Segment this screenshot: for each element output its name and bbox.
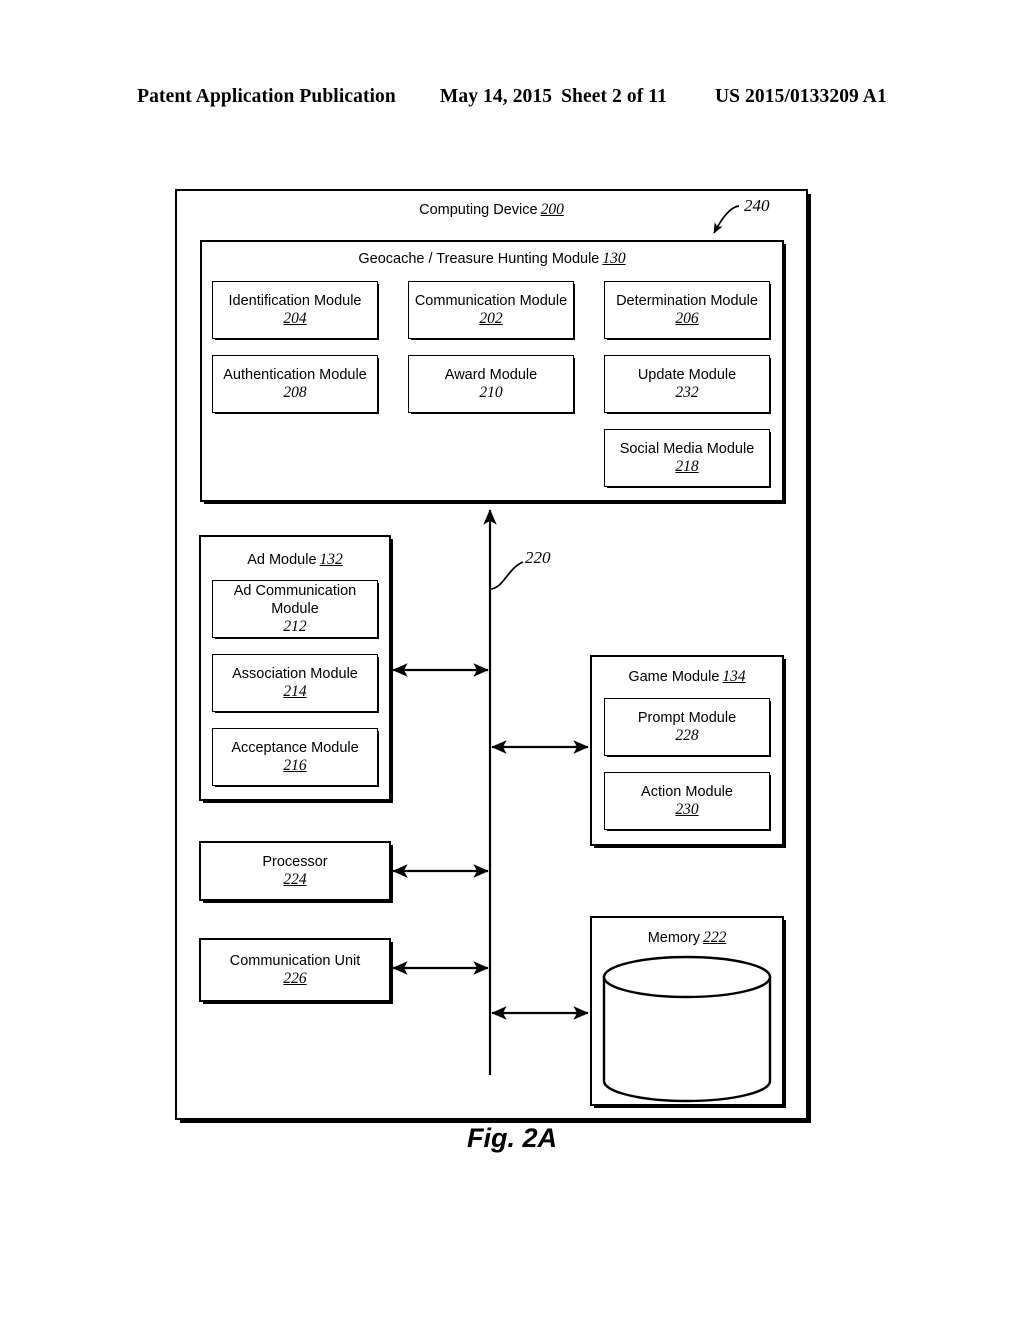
authentication-module-box: Authentication Module 208 [212,355,378,413]
identification-module-num: 204 [283,310,307,327]
identification-module-box: Identification Module 204 [212,281,378,339]
determination-module-label: Determination Module [616,293,758,309]
ad-communication-module-label: Ad Communication Module [233,583,357,617]
acceptance-module-label: Acceptance Module [231,740,359,756]
communication-unit-num: 226 [283,970,307,987]
acceptance-module-num: 216 [283,757,307,774]
memory-store-num: 122 [675,963,699,980]
geocache-module-num: 130 [602,250,626,267]
association-module-box: Association Module 214 [212,654,378,712]
patent-figure-2a: Computing Device 200 240 Geocache / Treas… [0,0,1024,1320]
memory-label: Memory [647,930,701,946]
acceptance-module-box: Acceptance Module 216 [212,728,378,786]
prompt-module-num: 228 [675,727,699,744]
game-module-title: Game Module 134 [590,668,784,686]
computing-device-num: 200 [540,201,564,218]
ad-module-title: Ad Module 132 [199,551,391,569]
processor-label: Processor [262,854,328,870]
identification-module-label: Identification Module [228,293,362,309]
memory-title: Memory 222 [590,929,784,947]
prompt-module-box: Prompt Module 228 [604,698,770,756]
communication-unit-label: Communication Unit [229,953,361,969]
update-module-box: Update Module 232 [604,355,770,413]
geocache-module-label: Geocache / Treasure Hunting Module [358,251,600,267]
memory-item-128: 128 [622,1017,676,1057]
bus-220-label: 220 [525,548,551,567]
figure-caption: Fig. 2A [466,1123,557,1153]
action-module-label: Action Module [641,784,733,800]
processor-box: Processor 224 [199,841,391,901]
communication-module-box: Communication Module 202 [408,281,574,339]
geocache-module-title: Geocache / Treasure Hunting Module 130 [200,250,784,268]
callout-240-label: 240 [744,196,770,215]
action-module-num: 230 [675,801,699,818]
update-module-num: 232 [675,384,699,401]
authentication-module-label: Authentication Module [223,367,367,383]
ad-communication-module-box: Ad Communication Module 212 [212,580,378,638]
award-module-num: 210 [479,384,503,401]
award-module-box: Award Module 210 [408,355,574,413]
association-module-num: 214 [283,683,307,700]
social-media-module-label: Social Media Module [619,441,755,457]
communication-unit-box: Communication Unit 226 [199,938,391,1002]
computing-device-label: Computing Device [419,202,538,218]
ad-communication-module-num: 212 [283,618,307,635]
social-media-module-num: 218 [675,458,699,475]
communication-module-num: 202 [479,310,503,327]
game-module-num: 134 [722,668,746,685]
memory-item-142: 142 [698,1017,752,1057]
update-module-label: Update Module [637,367,737,383]
memory-num: 222 [703,929,727,946]
processor-num: 224 [283,871,307,888]
award-module-label: Award Module [444,367,538,383]
association-module-label: Association Module [232,666,358,682]
ad-module-num: 132 [319,551,343,568]
game-module-label: Game Module [628,669,720,685]
determination-module-num: 206 [675,310,699,327]
determination-module-box: Determination Module 206 [604,281,770,339]
action-module-box: Action Module 230 [604,772,770,830]
computing-device-title: Computing Device 200 [175,201,808,219]
prompt-module-label: Prompt Module [637,710,737,726]
social-media-module-box: Social Media Module 218 [604,429,770,487]
authentication-module-num: 208 [283,384,307,401]
ad-module-label: Ad Module [247,552,317,568]
communication-module-label: Communication Module [414,293,568,309]
